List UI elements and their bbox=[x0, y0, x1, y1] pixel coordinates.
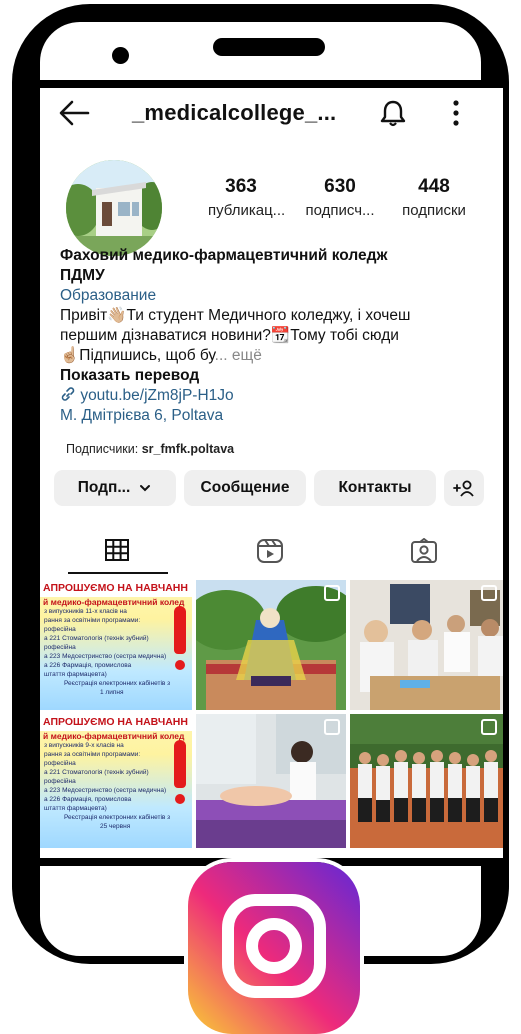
profile-category: Образование bbox=[60, 287, 157, 304]
instagram-logo-lens bbox=[246, 918, 302, 974]
multi-post-icon bbox=[481, 719, 497, 735]
reels-icon[interactable] bbox=[256, 538, 284, 564]
exclamation-icon bbox=[174, 606, 186, 654]
poster-line: а 226 Фармація, промислова bbox=[44, 662, 132, 669]
bio-line-3: ☝🏼Підпишись, щоб бу... ещё bbox=[60, 346, 490, 366]
stat-posts-label: публикац... bbox=[208, 202, 286, 219]
profile-name-line1: Фаховий медико-фармацевтичний коледж bbox=[60, 247, 388, 264]
profile-username: _medicalcollege_... bbox=[132, 100, 337, 125]
post-tile[interactable] bbox=[350, 580, 503, 710]
post-tile[interactable] bbox=[196, 714, 346, 848]
poster-line: а 223 Медсестринство (сестра медична) bbox=[44, 653, 167, 660]
link-icon bbox=[61, 387, 75, 401]
show-translation-link[interactable]: Показать перевод bbox=[60, 366, 490, 386]
front-camera bbox=[112, 47, 129, 64]
profile-tabs bbox=[40, 528, 503, 572]
grid-icon[interactable] bbox=[104, 538, 130, 562]
poster-line: а 226 Фармація, промислова bbox=[44, 796, 132, 803]
poster-line: 25 червня bbox=[100, 823, 131, 830]
post-photo bbox=[196, 714, 346, 848]
stat-followers-label: подписч... bbox=[305, 202, 375, 219]
multi-post-icon bbox=[324, 719, 340, 735]
follow-button[interactable]: Подп... bbox=[54, 470, 176, 506]
stat-following-count: 448 bbox=[418, 176, 450, 197]
more-vertical-icon[interactable] bbox=[452, 100, 460, 126]
bio-line-1: Привіт👋🏼Ти студент Медичного коледжу, і … bbox=[60, 307, 411, 324]
stat-posts[interactable]: 363 публикац... bbox=[208, 176, 286, 219]
poster-line: штаття фармацевта) bbox=[44, 805, 107, 812]
multi-post-icon bbox=[324, 585, 340, 601]
bio-website-text: youtu.be/jZm8jP-H1Jo bbox=[80, 387, 234, 404]
post-tile[interactable] bbox=[350, 714, 503, 848]
follow-button-label: Подп... bbox=[77, 479, 131, 496]
followed-by-name: sr_fmfk.poltava bbox=[141, 442, 235, 456]
poster-line: з випускників 11-х класів на bbox=[44, 608, 127, 615]
stat-following-label: подписки bbox=[402, 202, 466, 219]
bio-line-3-text: ☝🏼Підпишись, щоб бу bbox=[60, 347, 215, 364]
profile-name-line2: ПДМУ bbox=[60, 267, 105, 284]
poster-subtitle: й медико-фармацевтичний колед bbox=[43, 597, 185, 607]
post-tile[interactable]: АПРОШУЄМО НА НАВЧАНН й медико-фармацевти… bbox=[40, 714, 192, 848]
post-photo bbox=[350, 714, 503, 848]
poster-line: Реєстрація електронних кабінетів з bbox=[64, 680, 171, 687]
poster-line: рання за освітніми програмами: bbox=[44, 751, 141, 758]
poster-line: а 221 Стоматологія (технік зубний) bbox=[44, 635, 149, 642]
poster-title: АПРОШУЄМО НА НАВЧАНН bbox=[40, 714, 192, 731]
multi-post-icon bbox=[481, 585, 497, 601]
arrow-left-icon[interactable] bbox=[58, 98, 90, 128]
post-tile[interactable]: АПРОШУЄМО НА НАВЧАНН й медико-фармацевти… bbox=[40, 580, 192, 710]
chevron-down-icon bbox=[140, 485, 151, 492]
exclamation-icon bbox=[174, 740, 186, 788]
bio-line-2: першим дізнаватися новини?📆Тому тобі сюд… bbox=[60, 327, 399, 344]
message-button[interactable]: Сообщение bbox=[184, 470, 306, 506]
stat-posts-count: 363 bbox=[225, 176, 257, 197]
poster-line: рання за освітніми програмами: bbox=[44, 617, 141, 624]
poster-line: 1 липня bbox=[100, 689, 124, 696]
profile-header: _medicalcollege_... bbox=[40, 88, 503, 148]
poster-line: рофесійна bbox=[44, 626, 76, 633]
posts-grid: АПРОШУЄМО НА НАВЧАНН й медико-фармацевти… bbox=[40, 580, 503, 858]
post-photo bbox=[350, 580, 503, 710]
profile-bio: Фаховий медико-фармацевтичний коледж ПДМ… bbox=[60, 246, 490, 426]
bell-icon[interactable] bbox=[380, 99, 406, 127]
bio-more-link[interactable]: ... ещё bbox=[215, 347, 262, 364]
poster-line: рофесійна bbox=[44, 644, 76, 651]
stat-following[interactable]: 448 подписки bbox=[392, 176, 476, 219]
active-tab-indicator bbox=[68, 572, 168, 574]
profile-avatar[interactable] bbox=[66, 160, 162, 256]
contacts-button[interactable]: Контакты bbox=[314, 470, 436, 506]
poster-line: штаття фармацевта) bbox=[44, 671, 107, 678]
exclamation-dot bbox=[175, 794, 185, 804]
tagged-icon[interactable] bbox=[410, 538, 438, 564]
poster-line: а 221 Стоматологія (технік зубний) bbox=[44, 769, 149, 776]
add-person-button[interactable] bbox=[444, 470, 484, 506]
followed-by[interactable]: Подписчики: sr_fmfk.poltava bbox=[66, 442, 234, 456]
poster-title: АПРОШУЄМО НА НАВЧАНН bbox=[40, 580, 192, 597]
post-tile[interactable] bbox=[196, 580, 346, 710]
exclamation-dot bbox=[175, 660, 185, 670]
followed-by-label: Подписчики: bbox=[66, 442, 139, 456]
instagram-logo-icon bbox=[188, 862, 360, 1034]
phone-speaker bbox=[213, 38, 325, 56]
poster-line: рофесійна bbox=[44, 760, 76, 767]
stat-followers-count: 630 bbox=[324, 176, 356, 197]
poster-line: рофесійна bbox=[44, 778, 76, 785]
phone-screen: _medicalcollege_... 363 публикац... 630 … bbox=[40, 88, 503, 858]
poster-subtitle: й медико-фармацевтичний колед bbox=[43, 731, 185, 741]
add-person-icon bbox=[453, 480, 474, 497]
poster-line: Реєстрація електронних кабінетів з bbox=[64, 814, 171, 821]
bio-website-link[interactable]: youtu.be/jZm8jP-H1Jo bbox=[60, 386, 490, 406]
poster-line: з випускників 9-х класів на bbox=[44, 742, 124, 749]
bio-address-link[interactable]: М. Дмітрієва 6, Poltava bbox=[60, 406, 490, 426]
stat-followers[interactable]: 630 подписч... bbox=[294, 176, 386, 219]
poster-line: а 223 Медсестринство (сестра медична) bbox=[44, 787, 167, 794]
